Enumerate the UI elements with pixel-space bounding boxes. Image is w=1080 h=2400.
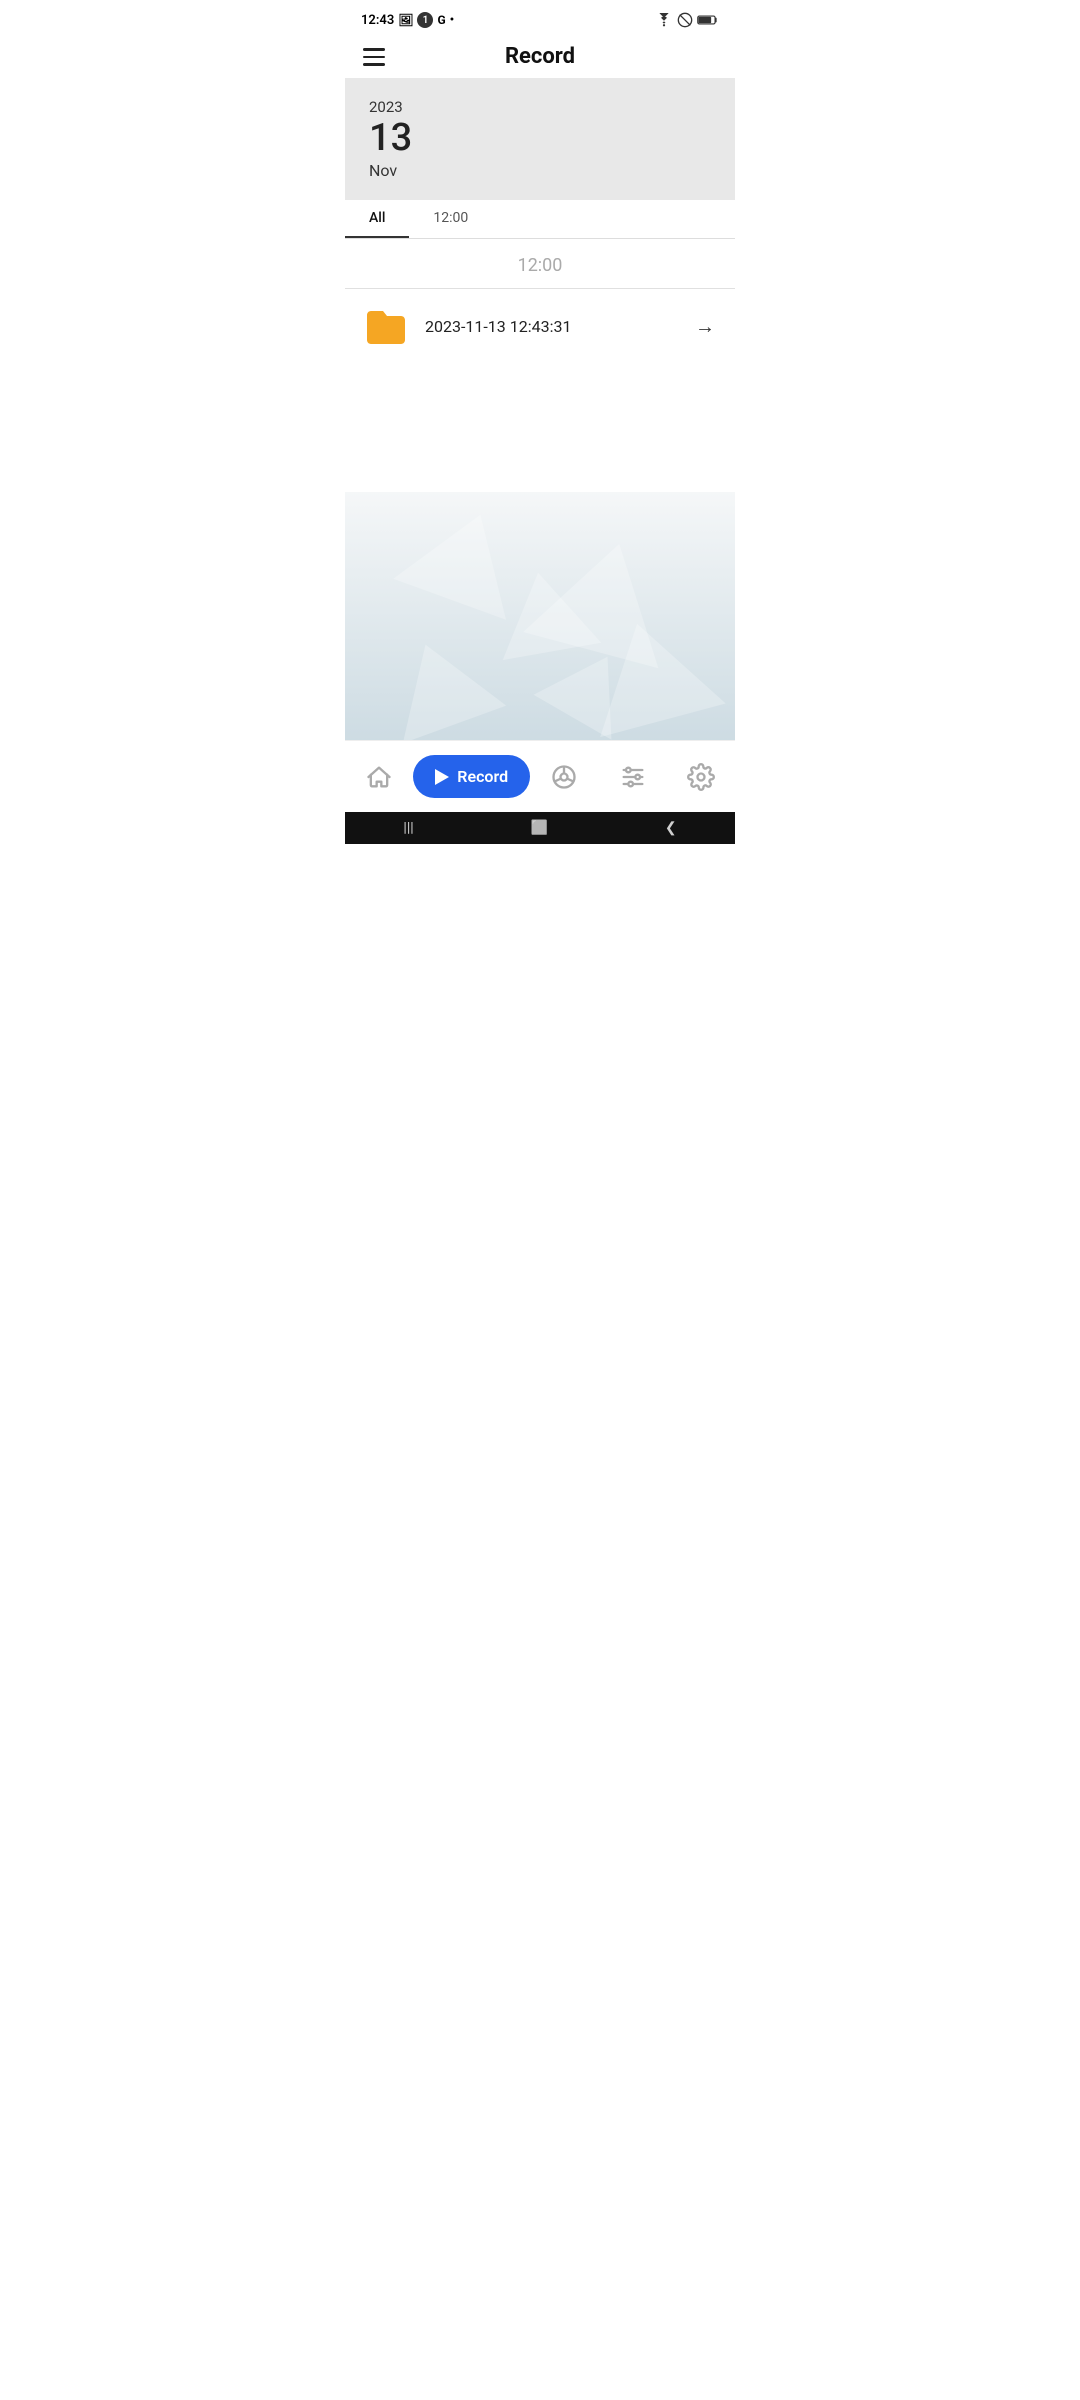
- status-g-icon: G: [437, 13, 445, 27]
- status-1-badge: 1: [417, 12, 433, 28]
- arrow-right-icon: →: [695, 314, 715, 339]
- tab-all[interactable]: All: [345, 200, 409, 238]
- record-button-label: Record: [457, 767, 508, 786]
- nav-tune-button[interactable]: [598, 763, 666, 791]
- record-list-item[interactable]: 2023-11-13 12:43:31 →: [345, 289, 735, 363]
- header: Record: [345, 36, 735, 78]
- bottom-nav: Record: [345, 740, 735, 812]
- tabs: All 12:00: [345, 200, 735, 239]
- date-day: 13: [369, 118, 711, 160]
- time-group-label: 12:00: [345, 239, 735, 289]
- status-bar: 12:43 🖼 1 G •: [345, 0, 735, 36]
- gear-icon: [687, 763, 715, 791]
- nav-home-button[interactable]: [345, 763, 413, 791]
- home-icon: [365, 763, 393, 791]
- folder-icon: [365, 307, 409, 345]
- nav-driving-button[interactable]: [530, 763, 598, 791]
- wifi-icon: [655, 13, 673, 27]
- status-gallery-icon: 🖼: [398, 13, 413, 27]
- nav-settings-button[interactable]: [667, 763, 735, 791]
- page-title: Record: [505, 44, 575, 69]
- background-decoration: [345, 492, 735, 772]
- date-year: 2023: [369, 98, 711, 116]
- tab-1200[interactable]: 12:00: [409, 200, 492, 238]
- date-month: Nov: [369, 161, 711, 180]
- status-left: 12:43 🖼 1 G •: [361, 12, 454, 28]
- status-dot: •: [450, 13, 455, 28]
- record-button[interactable]: Record: [413, 755, 530, 798]
- record-timestamp: 2023-11-13 12:43:31: [425, 317, 679, 336]
- deco-tri-4: [374, 626, 506, 743]
- battery-icon: [697, 14, 719, 26]
- steering-wheel-icon: [550, 763, 578, 791]
- status-icons: [655, 12, 719, 28]
- date-section: 2023 13 Nov: [345, 78, 735, 201]
- android-recents-button[interactable]: |||: [403, 820, 413, 836]
- no-alarm-icon: [677, 12, 693, 28]
- play-icon: [435, 769, 449, 785]
- status-time: 12:43: [361, 13, 394, 28]
- android-nav-bar: ||| ⬜ ❮: [345, 812, 735, 844]
- android-home-button[interactable]: ⬜: [531, 820, 548, 836]
- tune-icon: [619, 763, 647, 791]
- hamburger-menu-button[interactable]: [363, 48, 385, 66]
- android-back-button[interactable]: ❮: [665, 820, 677, 836]
